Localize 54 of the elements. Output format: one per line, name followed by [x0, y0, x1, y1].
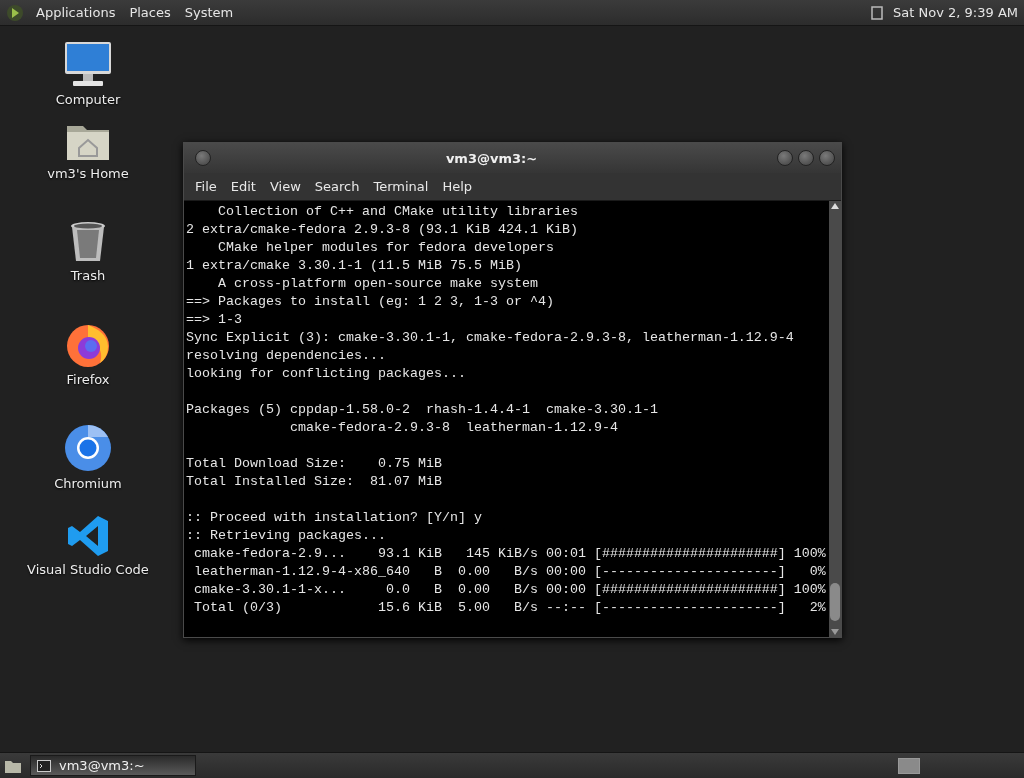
scroll-down-icon[interactable] — [831, 629, 839, 635]
menu-item[interactable]: Terminal — [366, 176, 436, 197]
menu-item[interactable]: File — [188, 176, 224, 197]
desktop-icon-label[interactable]: Computer — [55, 92, 121, 107]
monitor-icon — [63, 40, 113, 88]
window-menu-button[interactable] — [195, 150, 211, 166]
terminal-line: 2 extra/cmake-fedora 2.9.3-8 (93.1 KiB 424.1 KiB) — [186, 221, 579, 239]
terminal-icon — [37, 759, 51, 772]
desktop-icon-label[interactable]: vm3's Home — [47, 166, 129, 181]
terminal-line: Collection of C++ and CMake utility libraries — [217, 203, 579, 221]
terminal-line: ==> Packages to install (eg: 1 2 3, 1-3 or ^4) — [186, 293, 555, 311]
terminal-line: looking for conflicting packages... — [186, 365, 467, 383]
scroll-up-icon[interactable] — [831, 203, 839, 209]
window-title: vm3@vm3:~ — [444, 150, 539, 166]
terminal-line: leatherman-1.12.9-4-x86_640 B 0.00 B/s 00:00 [----------------------] 0% — [193, 563, 827, 581]
desktop-icon-label[interactable]: Visual Studio Code — [27, 562, 149, 577]
menu-item[interactable]: Edit — [223, 176, 263, 197]
terminal-line: 1 extra/cmake 3.30.1-1 (11.5 MiB 75.5 MiB) — [186, 257, 523, 275]
taskbar-button[interactable]: vm3@vm3:~ — [30, 755, 196, 776]
minimize-button[interactable] — [777, 150, 793, 166]
terminal-line: :: Proceed with installation? [Y/n] y — [186, 509, 483, 527]
terminal-line: Sync Explicit (3): cmake-3.30.1-1, cmake-fedora-2.9.3-8, leatherman-1.12.9-4 — [186, 329, 795, 347]
distro-logo-icon — [6, 3, 24, 22]
terminal-line: resolving dependencies... — [186, 347, 387, 365]
terminal-line: ==> 1-3 — [186, 311, 243, 329]
desktop-icon-label[interactable]: Firefox — [66, 372, 110, 387]
code-editor-icon — [66, 514, 110, 558]
panel-menu[interactable]: System — [182, 3, 236, 22]
scrollbar-thumb[interactable] — [830, 583, 840, 621]
clock[interactable]: Sat Nov 2, 9:39 AM — [893, 5, 1018, 20]
terminal-line: cmake-3.30.1-1-x... 0.0 B 0.00 B/s 00:00 [######################] 100% — [193, 581, 827, 599]
terminal-line: A cross-platform open-source make system — [217, 275, 539, 293]
terminal-line: Total (0/3) 15.6 KiB 5.00 B/s --:-- [----------------------] 2% — [193, 599, 827, 617]
screen-icon — [871, 5, 884, 20]
chromium-icon — [64, 424, 112, 472]
trash-icon — [69, 220, 107, 264]
panel-menu[interactable]: Places — [127, 3, 173, 22]
terminal-line: Packages (5) cppdap-1.58.0-2 rhash-1.4.4-1 cmake-3.30.1-1 — [186, 401, 659, 419]
terminal-line: cmake-fedora-2.9... 93.1 KiB 145 KiB/s 00:01 [######################] 100% — [193, 545, 827, 563]
menu-item[interactable]: View — [262, 176, 308, 197]
scrollbar[interactable] — [829, 201, 841, 637]
desktop-icon-label[interactable]: Trash — [70, 268, 106, 283]
panel-menu[interactable]: Applications — [34, 3, 118, 22]
terminal-line: cmake-fedora-2.9.3-8 leatherman-1.12.9-4 — [288, 419, 619, 437]
terminal-line: :: Retrieving packages... — [186, 527, 387, 545]
terminal-line: CMake helper modules for fedora developers — [217, 239, 555, 257]
terminal-line: Total Installed Size: 81.07 MiB — [186, 473, 443, 491]
close-button[interactable] — [819, 150, 835, 166]
menu-item[interactable]: Search — [307, 176, 367, 197]
terminal-line: Total Download Size: 0.75 MiB — [186, 455, 443, 473]
maximize-button[interactable] — [798, 150, 814, 166]
workspace-switcher[interactable] — [898, 757, 920, 774]
menu-item[interactable]: Help — [435, 176, 480, 197]
desktop-icon-label[interactable]: Chromium — [54, 476, 122, 491]
